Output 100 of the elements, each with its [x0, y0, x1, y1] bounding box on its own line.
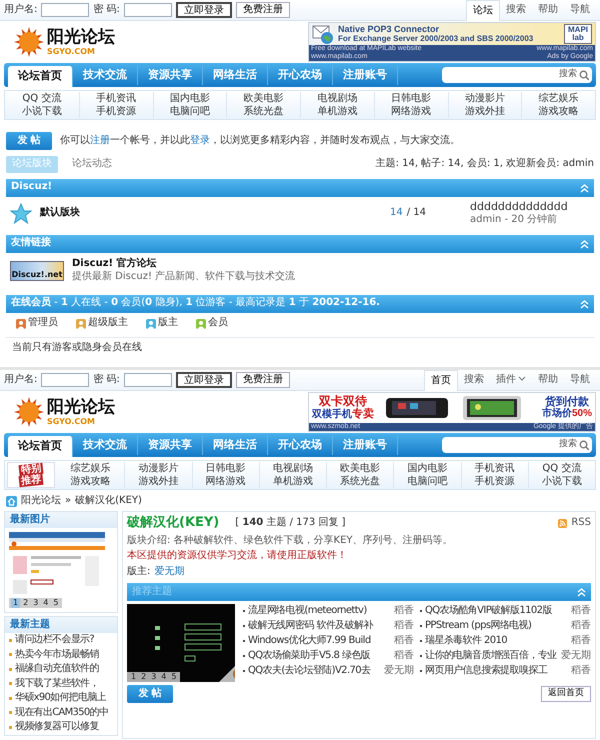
thread-link[interactable]: QQ农场酷角VIP破解版1102版	[425, 605, 552, 618]
password-field[interactable]	[124, 3, 172, 17]
top-link[interactable]: 插件	[490, 370, 532, 390]
top-link[interactable]: 帮助	[532, 370, 564, 390]
bullet-icon	[9, 711, 12, 714]
slide-button[interactable]: 5	[51, 598, 60, 608]
thread-link[interactable]: 破解无线网密码 软件及破解补	[248, 620, 373, 632]
thread-link[interactable]: 瑞星杀毒软件 2010	[425, 635, 508, 648]
search-button[interactable]: 搜索	[559, 69, 589, 81]
category-link[interactable]: 日韩电影	[391, 92, 432, 105]
category-link[interactable]: 单机游戏	[317, 105, 358, 118]
nav-tab[interactable]: 论坛首页	[8, 66, 73, 87]
category-link[interactable]: 网络游戏	[206, 475, 246, 488]
section-title: 推荐主题	[132, 586, 172, 598]
thread-link[interactable]: 流星网络电视(meteornettv)	[248, 605, 367, 618]
category-link[interactable]: 手机资讯	[474, 462, 515, 475]
top-link[interactable]: 导航	[564, 0, 596, 20]
category-link[interactable]: 游戏外挂	[464, 105, 505, 118]
category-link[interactable]: 综艺娱乐	[70, 462, 111, 475]
thread-link[interactable]: Windows优化大师7.99 Build	[248, 635, 371, 648]
thread-link[interactable]: 让你的电脑音质增强百倍，专业	[425, 650, 557, 662]
category-link[interactable]: QQ 交流	[22, 92, 62, 105]
last-post-title[interactable]: dddddddddddddd	[470, 200, 590, 214]
search-field[interactable]: 搜索	[442, 437, 592, 453]
breadcrumb-link[interactable]: 破解汉化(KEY)	[75, 494, 142, 508]
top-link[interactable]: 搜索	[458, 370, 490, 390]
category-link[interactable]: 动漫影片	[464, 92, 505, 105]
login-button[interactable]: 立即登录	[176, 372, 232, 388]
category-link[interactable]: 系统光盘	[340, 475, 380, 488]
register-button[interactable]: 免费注册	[236, 372, 290, 388]
slide-button[interactable]: 5	[169, 672, 178, 682]
slide-button[interactable]: 2	[139, 672, 148, 682]
slide-button[interactable]: 3	[149, 672, 158, 682]
top-link[interactable]: 导航	[564, 370, 596, 390]
slide-button[interactable]: 4	[41, 598, 50, 608]
register-button[interactable]: 免费注册	[236, 2, 290, 18]
topic-link[interactable]: 请问边栏不会显示?	[15, 633, 94, 648]
slide-button[interactable]: 2	[21, 598, 30, 608]
notice-link[interactable]: 登录	[190, 134, 210, 146]
category-link[interactable]: 综艺娱乐	[538, 92, 579, 105]
link-name[interactable]: Discuz! 官方论坛	[72, 258, 296, 270]
topic-link[interactable]: 我下载了某些软件，	[15, 676, 99, 691]
category-link[interactable]: 网络游戏	[391, 105, 432, 118]
link-description: 提供最新 Discuz! 产品新闻、软件下载与技术交流	[72, 270, 296, 283]
category-link[interactable]: 单机游戏	[272, 475, 313, 488]
category-link[interactable]: 小说下载	[22, 105, 62, 118]
category-link[interactable]: 游戏攻略	[70, 475, 111, 488]
category-link[interactable]: 游戏攻略	[538, 105, 579, 118]
username-field[interactable]	[41, 3, 90, 17]
category-link[interactable]: 动漫影片	[138, 462, 178, 475]
search-field[interactable]: 搜索	[442, 67, 592, 83]
topic-link[interactable]: 现在有出CAM350的中	[15, 706, 108, 720]
top-link[interactable]: 论坛	[466, 0, 500, 20]
category-link[interactable]: 国内电影	[170, 92, 210, 105]
login-button[interactable]: 立即登录	[176, 2, 232, 18]
category-link[interactable]: 手机资源	[474, 475, 515, 488]
rss-icon	[558, 518, 568, 528]
slide-button[interactable]: 3	[31, 598, 40, 608]
category-link[interactable]: 电脑问吧	[407, 475, 448, 488]
bullet-icon	[9, 682, 12, 686]
category-link[interactable]: 电脑问吧	[170, 105, 210, 118]
breadcrumb-link[interactable]: 阳光论坛	[21, 494, 61, 508]
category-link[interactable]: 小说下载	[542, 475, 582, 488]
category-link[interactable]: 国内电影	[407, 462, 448, 475]
top-link[interactable]: 搜索	[500, 0, 532, 20]
forum-intro: 版块介绍: 各种破解软件、绿色软件下载，分享KEY、序列号、注册码等。	[127, 535, 454, 548]
password-field[interactable]	[124, 373, 172, 387]
category-link[interactable]: 电视剧场	[272, 462, 313, 475]
category-link[interactable]: 游戏外挂	[138, 475, 178, 488]
topic-link[interactable]: 华硕x90如何把电脑上	[15, 691, 106, 706]
back-button[interactable]: 返回首页	[541, 686, 591, 702]
search-button[interactable]: 搜索	[559, 439, 589, 451]
category-link[interactable]: 日韩电影	[206, 462, 246, 475]
forum-name[interactable]: 默认版块	[40, 207, 80, 220]
category-link[interactable]: 欧美电影	[340, 462, 380, 475]
username-field[interactable]	[41, 373, 90, 387]
site-logo[interactable]: Discuz!.net	[10, 260, 64, 280]
nav-tab[interactable]: 论坛首页	[8, 436, 73, 457]
thread-link[interactable]: 网页用户信息搜索提取嗅探工	[425, 665, 548, 678]
topic-link[interactable]: 热卖今年市场最畅销	[15, 648, 99, 662]
thread-link[interactable]: PPStream (pps网络电视)	[425, 620, 532, 632]
moderator-link[interactable]: 爱无期	[154, 566, 184, 579]
thread-link[interactable]: QQ农夫(去论坛登陆)V2.70去	[248, 665, 370, 678]
notice-link[interactable]: 注册	[90, 134, 110, 146]
forum-tab[interactable]: 论坛动态	[66, 156, 118, 172]
thread-link[interactable]: QQ农场偷菜助手V5.8 绿色版	[248, 650, 370, 662]
top-link[interactable]: 首页	[424, 370, 458, 390]
slide-button[interactable]: 4	[159, 672, 168, 682]
slide-button[interactable]: 1	[11, 598, 20, 608]
topic-link[interactable]: 福缘自动充值软件的	[15, 662, 99, 676]
slide-button[interactable]: 1	[129, 672, 138, 682]
category-link[interactable]: 电视剧场	[317, 92, 358, 105]
rss-link[interactable]: RSS	[558, 516, 591, 530]
category-link[interactable]: 欧美电影	[244, 92, 284, 105]
category-link[interactable]: QQ 交流	[542, 462, 582, 475]
topic-link[interactable]: 视频修复器可以修复	[15, 720, 99, 734]
category-link[interactable]: 手机资源	[96, 105, 136, 118]
category-link[interactable]: 手机资讯	[96, 92, 136, 105]
top-link[interactable]: 帮助	[532, 0, 564, 20]
category-link[interactable]: 系统光盘	[244, 105, 284, 118]
